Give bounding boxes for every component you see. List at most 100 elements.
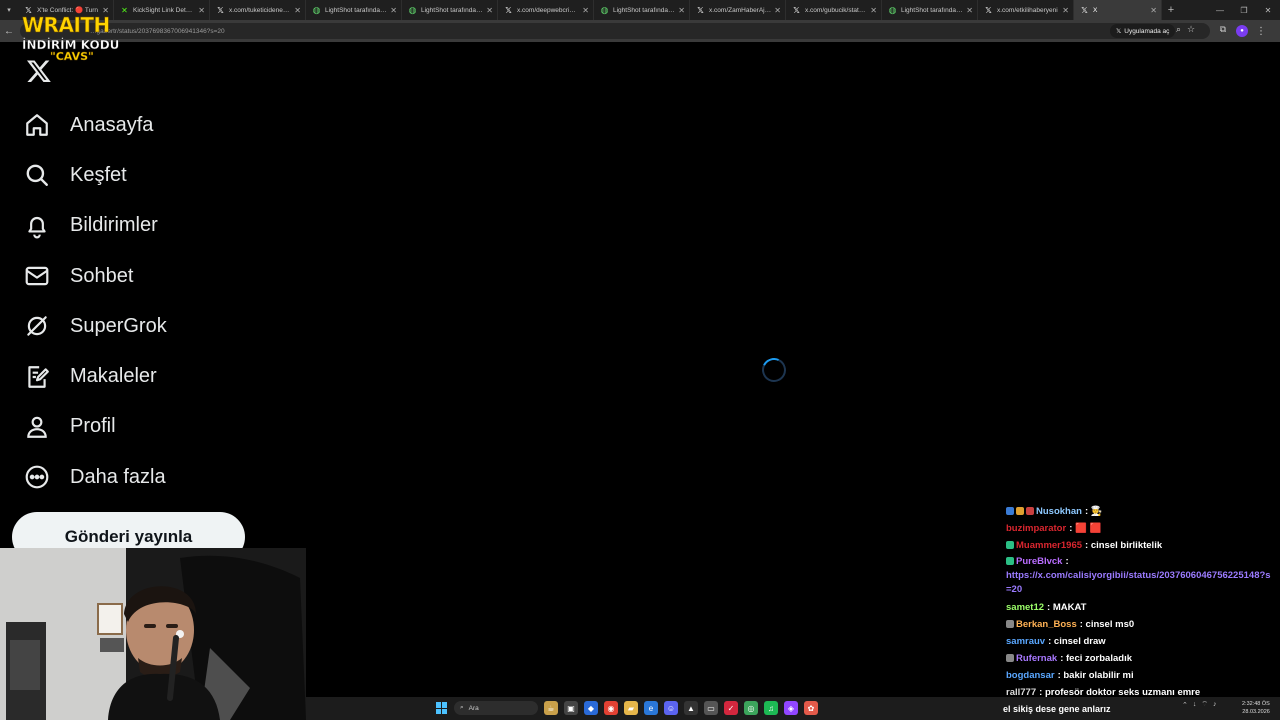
browser-tab[interactable]: 𝕏x.com/ZamHaberAjans ✕: [690, 0, 786, 20]
address-bar: ← …gabertr/status/2037698367006941346?s=…: [0, 20, 1280, 42]
spotify-icon[interactable]: ♫: [764, 701, 778, 715]
discount-code: "CAVS": [50, 50, 94, 63]
chat-username[interactable]: buzimparator: [1006, 523, 1066, 534]
tab-list: 𝕏 X'te Conflict: 🔴 Turn ✕ ✕ KickSight Link D…: [18, 0, 1074, 20]
sidebar-item-chat[interactable]: Sohbet: [14, 251, 167, 301]
chat-text: 🧑‍🍳: [1090, 506, 1103, 517]
taskbar-search[interactable]: ⌕ Ara: [454, 701, 538, 715]
browser-tab[interactable]: 𝕏x.com/tuketicideneyi/s ✕: [210, 0, 306, 20]
chat-message: PureBlvck: https://x.com/calisiyorgibii/…: [1006, 554, 1276, 599]
stream-chat: Nusokhan: 🧑‍🍳 buzimparator: 🟥 🟥 Muammer196…: [1006, 503, 1276, 701]
chat-username[interactable]: samet12: [1006, 602, 1044, 613]
widget-icon[interactable]: ☕: [544, 701, 558, 715]
volume-icon[interactable]: ♪: [1213, 701, 1217, 708]
chat-username[interactable]: Nusokhan: [1036, 506, 1082, 517]
sidebar-item-more[interactable]: Daha fazla: [14, 452, 167, 502]
search-icon: ⌕: [460, 704, 464, 711]
sidebar-item-notifications[interactable]: Bildirimler: [14, 201, 167, 251]
sidebar-item-articles[interactable]: Makaleler: [14, 351, 167, 401]
lightshot-icon: ◍: [888, 4, 897, 15]
chat-username[interactable]: PureBlvck: [1016, 556, 1062, 567]
close-tab-icon[interactable]: ✕: [582, 6, 589, 15]
bookmark-star-icon[interactable]: ☆: [1187, 24, 1195, 35]
copilot-icon[interactable]: ◆: [584, 701, 598, 715]
close-window-icon[interactable]: ✕: [1256, 0, 1280, 20]
maximize-icon[interactable]: ❐: [1232, 0, 1256, 20]
edge-icon[interactable]: e: [644, 701, 658, 715]
tab-search-icon[interactable]: ▾: [0, 0, 18, 20]
chat-badge-icon: [1006, 541, 1014, 549]
chevron-up-icon[interactable]: ⌃: [1182, 701, 1188, 709]
chrome-icon[interactable]: ◉: [604, 701, 618, 715]
sidebar-item-label: Daha fazla: [70, 465, 166, 488]
back-icon[interactable]: ←: [0, 26, 18, 37]
app-icon[interactable]: ◎: [744, 701, 758, 715]
close-tab-icon[interactable]: ✕: [294, 6, 301, 15]
extensions-icon[interactable]: ⧉: [1216, 24, 1230, 38]
browser-tab[interactable]: 𝕏x.com/gubucik/status/✕: [786, 0, 882, 20]
file-explorer-icon[interactable]: ▰: [624, 701, 638, 715]
wifi-icon[interactable]: ⌔: [1201, 700, 1208, 709]
close-tab-icon[interactable]: ✕: [1150, 6, 1157, 15]
sidebar-item-supergrok[interactable]: SuperGrok: [14, 301, 167, 351]
task-view-icon[interactable]: ▣: [564, 701, 578, 715]
chat-link[interactable]: https://x.com/calisiyorgibii/status/2037…: [1006, 570, 1271, 595]
close-tab-icon[interactable]: ✕: [678, 6, 685, 15]
browser-tab[interactable]: 𝕏x.com/etkilihaberyeni ✕: [978, 0, 1074, 20]
browser-tab[interactable]: ◍ LightShot tarafından E ✕: [306, 0, 402, 20]
open-in-app-button[interactable]: 𝕏 Uygulamada aç: [1110, 24, 1176, 38]
close-tab-icon[interactable]: ✕: [198, 6, 205, 15]
chat-text: 🟥 🟥: [1075, 523, 1102, 534]
close-tab-icon[interactable]: ✕: [774, 6, 781, 15]
open-in-app-label: Uygulamada aç: [1124, 27, 1170, 35]
new-tab-button[interactable]: +: [1162, 0, 1180, 20]
sidebar-item-explore[interactable]: Keşfet: [14, 150, 167, 200]
taskbar-clock[interactable]: 2:32:48 ÖS 28.03.2026: [1242, 700, 1270, 716]
tab-title: x.com/deepwebcringe: [517, 6, 580, 14]
tab-title: LightShot tarafından E: [613, 6, 676, 14]
download-icon[interactable]: ↓: [1193, 701, 1197, 708]
x-icon: 𝕏: [217, 5, 224, 15]
browser-tab[interactable]: ◍ LightShot tarafından E ✕: [594, 0, 690, 20]
browser-tab[interactable]: ◍ LightShot tarafından E ✕: [402, 0, 498, 20]
tab-title: X: [1093, 6, 1098, 14]
chat-username[interactable]: Berkan_Boss: [1016, 619, 1077, 630]
tab-title: LightShot tarafından E: [421, 6, 484, 14]
sidebar-item-profile[interactable]: Profil: [14, 402, 167, 452]
chat-username[interactable]: samrauv: [1006, 636, 1045, 647]
close-tab-icon[interactable]: ✕: [486, 6, 493, 15]
discord-icon[interactable]: ☺: [664, 701, 678, 715]
browser-tab[interactable]: ◍ LightShot tarafından E ✕: [882, 0, 978, 20]
profile-icon: [27, 416, 47, 438]
windows-start-icon[interactable]: [436, 702, 448, 714]
chat-username[interactable]: Muammer1965: [1016, 540, 1082, 551]
close-tab-icon[interactable]: ✕: [966, 6, 973, 15]
chat-username[interactable]: Rufernak: [1016, 653, 1057, 664]
minimize-icon[interactable]: —: [1208, 0, 1232, 20]
browser-menu-icon[interactable]: ⋮: [1254, 26, 1268, 37]
app-icon[interactable]: ▲: [684, 701, 698, 715]
close-tab-icon[interactable]: ✕: [390, 6, 397, 15]
tab-title: x.com/etkilihaberyeni: [997, 6, 1058, 14]
close-tab-icon[interactable]: ✕: [1062, 6, 1069, 15]
chat-message: Berkan_Boss: cinsel ms0: [1006, 616, 1276, 633]
app-icon[interactable]: ✓: [724, 701, 738, 715]
chat-username[interactable]: bogdansar: [1006, 670, 1055, 681]
app-icon[interactable]: ▭: [704, 701, 718, 715]
lightshot-icon: ◍: [600, 4, 609, 15]
tab-title: LightShot tarafından E: [901, 6, 964, 14]
browser-tab[interactable]: 𝕏x.com/deepwebcringe ✕: [498, 0, 594, 20]
tab-title: KickSight Link Detector: [133, 6, 196, 14]
zoom-icon[interactable]: ⌕: [1176, 24, 1181, 35]
app-icon[interactable]: ✿: [804, 701, 818, 715]
app-icon[interactable]: ◈: [784, 701, 798, 715]
tab-title: x.com/tuketicideneyi/s: [229, 6, 292, 14]
omnibox[interactable]: …gabertr/status/2037698367006941346?s=20: [20, 23, 1210, 39]
close-tab-icon[interactable]: ✕: [870, 6, 877, 15]
tab-active[interactable]: 𝕏 X ✕: [1074, 0, 1162, 20]
chat-message: Nusokhan: 🧑‍🍳: [1006, 503, 1276, 520]
sidebar-item-home[interactable]: Anasayfa: [14, 100, 167, 150]
profile-avatar[interactable]: ●: [1236, 25, 1248, 37]
webcam-feed: [0, 548, 306, 720]
taskbar-search-placeholder: Ara: [468, 704, 479, 712]
